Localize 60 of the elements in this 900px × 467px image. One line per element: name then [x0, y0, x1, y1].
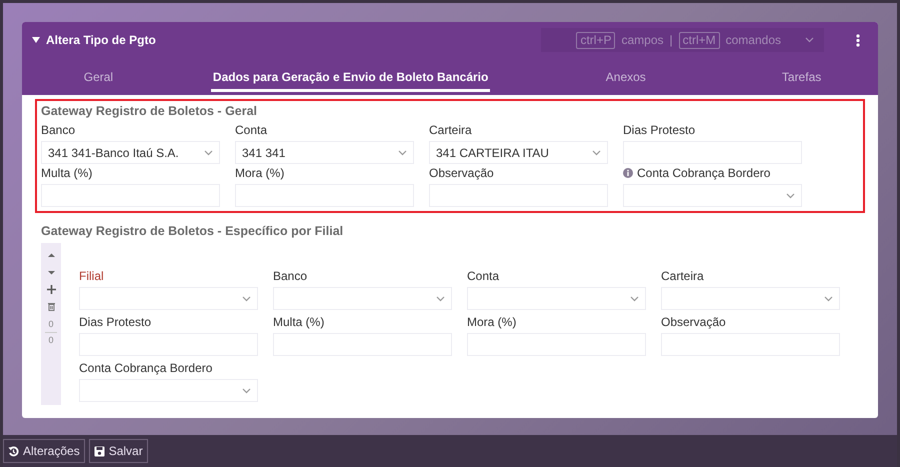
field-label: Conta Cobrança Bordero — [79, 361, 214, 375]
field-label: Carteira — [661, 269, 705, 283]
chevron-down-icon — [824, 296, 833, 302]
trash-icon[interactable] — [46, 302, 56, 311]
field-label: Filial — [79, 269, 105, 283]
field-label: Multa (%) — [273, 315, 326, 329]
field-label: Mora (%) — [467, 315, 518, 329]
section-title: Gateway Registro de Boletos - Específico por Filial — [41, 224, 344, 238]
field-label: Conta Cobrança Bordero — [623, 166, 802, 180]
menu-icon[interactable] — [856, 34, 860, 46]
chevron-down-icon — [204, 150, 213, 156]
chevron-down-icon — [630, 296, 639, 302]
footer-button[interactable]: Alterações — [3, 439, 85, 463]
chevron-down-icon — [436, 296, 445, 302]
select-field[interactable] — [273, 287, 452, 310]
select-field[interactable]: 341 341 — [235, 141, 414, 164]
field-label: Conta — [235, 123, 268, 137]
chevron-down-icon — [786, 192, 795, 198]
select-field[interactable]: 341 CARTEIRA ITAU — [429, 141, 608, 164]
row-count: 0 — [48, 335, 54, 346]
select-field[interactable] — [661, 287, 840, 310]
field-label: Multa (%) — [41, 166, 94, 180]
section-title: Gateway Registro de Boletos - Geral — [41, 104, 258, 118]
window-title: Altera Tipo de Pgto — [46, 33, 156, 47]
field-label: Mora (%) — [235, 166, 286, 180]
tab[interactable]: Anexos — [604, 62, 648, 92]
select-field[interactable] — [79, 287, 258, 310]
chevron-down-icon — [242, 388, 251, 394]
shortcut-label: campos — [621, 33, 664, 47]
footer-button[interactable]: Salvar — [88, 439, 148, 463]
history-icon — [8, 446, 19, 456]
shortcut-key: ctrl+M — [678, 32, 720, 48]
tab[interactable]: Dados para Geração e Envio de Boleto Bancário — [210, 62, 490, 92]
move-up-icon[interactable] — [46, 251, 56, 260]
select-field[interactable] — [623, 184, 802, 207]
field-label: Dias Protesto — [79, 315, 152, 329]
field-label: Banco — [273, 269, 308, 283]
move-down-icon[interactable] — [46, 268, 56, 277]
save-icon — [94, 446, 105, 456]
field-label: Observação — [661, 315, 727, 329]
field-label: Banco — [41, 123, 76, 137]
select-field[interactable] — [79, 379, 258, 402]
field-label: Carteira — [429, 123, 473, 137]
field-label: Conta — [467, 269, 500, 283]
tab[interactable]: Tarefas — [780, 62, 824, 92]
chevron-down-icon[interactable] — [805, 37, 814, 43]
tab[interactable]: Geral — [82, 62, 116, 92]
row-count: 0 — [48, 319, 54, 330]
chevron-down-icon — [592, 150, 601, 156]
chevron-down-icon — [398, 150, 407, 156]
shortcut-label: comandos — [726, 33, 781, 47]
select-field[interactable] — [467, 287, 646, 310]
caret-icon[interactable] — [32, 37, 40, 43]
chevron-down-icon — [242, 296, 251, 302]
shortcut-key: ctrl+P — [576, 32, 616, 48]
select-field[interactable]: 341 341-Banco Itaú S.A. — [41, 141, 220, 164]
separator-text: | — [670, 33, 673, 47]
field-label: Dias Protesto — [623, 123, 696, 137]
field-label: Observação — [429, 166, 495, 180]
add-icon[interactable] — [46, 285, 56, 294]
